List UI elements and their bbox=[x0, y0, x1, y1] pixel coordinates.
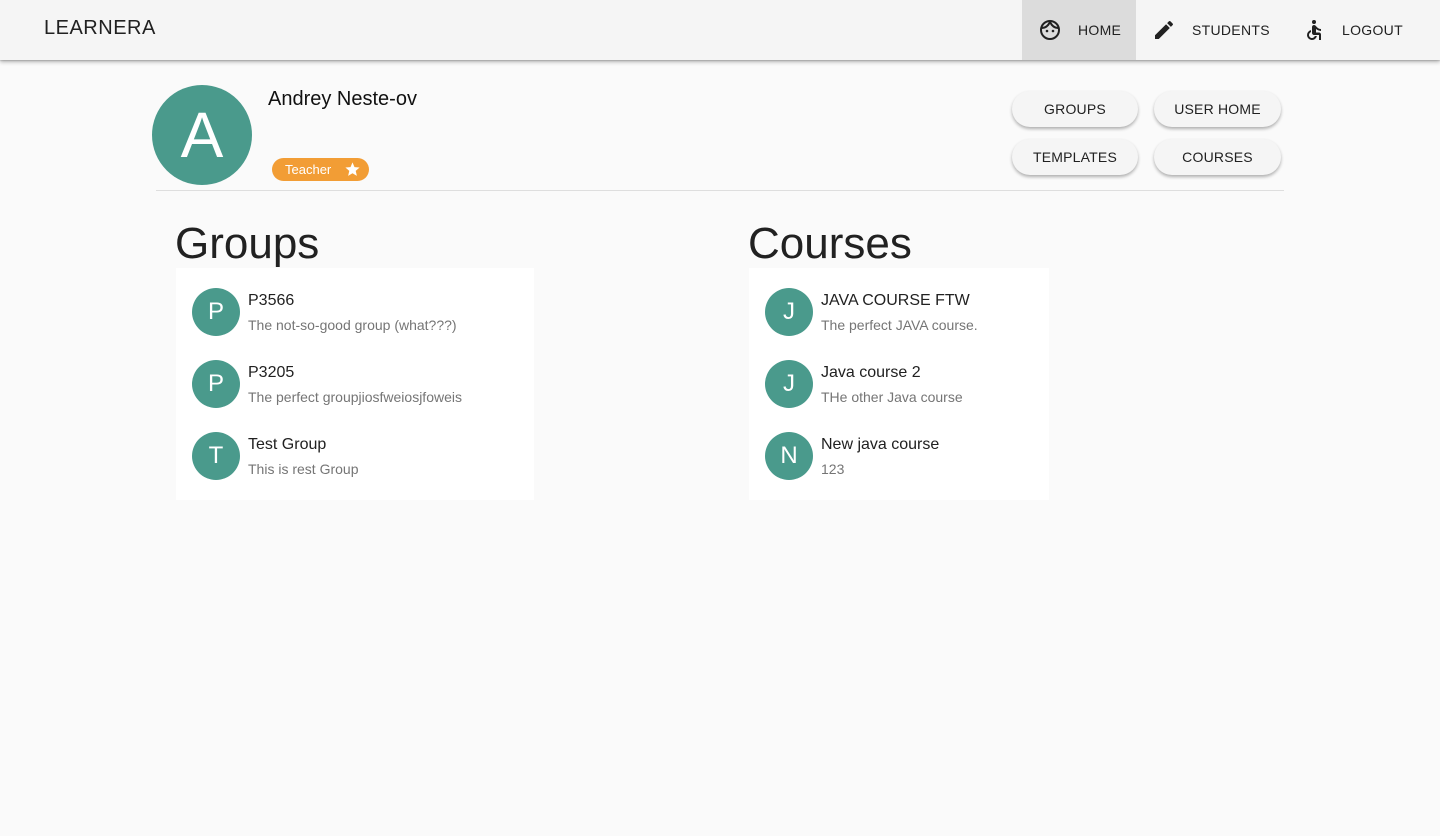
group-name: P3566 bbox=[248, 292, 295, 309]
course-list-item[interactable]: N New java course 123 bbox=[749, 432, 1049, 504]
course-list-item[interactable]: J Java course 2 THe other Java course bbox=[749, 360, 1049, 432]
course-name: New java course bbox=[821, 436, 940, 453]
star-icon bbox=[344, 161, 361, 178]
course-description: THe other Java course bbox=[821, 389, 963, 405]
role-chip-label: Teacher bbox=[285, 162, 332, 177]
group-list-item[interactable]: P P3205 The perfect groupjiosfweiosjfowe… bbox=[176, 360, 534, 432]
group-list-item[interactable]: T Test Group This is rest Group bbox=[176, 432, 534, 504]
groups-list: P P3566 The not-so-good group (what???) … bbox=[176, 268, 534, 500]
groups-heading: Groups bbox=[175, 219, 320, 268]
courses-list: J JAVA COURSE FTW The perfect JAVA cours… bbox=[749, 268, 1049, 500]
course-name: JAVA COURSE FTW bbox=[821, 292, 970, 309]
course-avatar: J bbox=[765, 288, 813, 336]
user-home-button[interactable]: USER HOME bbox=[1154, 91, 1281, 127]
profile-name: Andrey Neste-ov bbox=[268, 88, 417, 110]
nav-home[interactable]: HOME bbox=[1022, 0, 1136, 60]
brand-logo[interactable]: LEARNERA bbox=[44, 17, 156, 40]
profile-avatar: A bbox=[152, 85, 252, 185]
header-divider bbox=[156, 190, 1284, 191]
course-description: The perfect JAVA course. bbox=[821, 317, 978, 333]
accessible-icon bbox=[1302, 18, 1326, 42]
templates-button[interactable]: TEMPLATES bbox=[1012, 139, 1138, 175]
courses-button[interactable]: COURSES bbox=[1154, 139, 1281, 175]
group-name: Test Group bbox=[248, 436, 327, 453]
group-avatar: T bbox=[192, 432, 240, 480]
course-avatar: N bbox=[765, 432, 813, 480]
course-name: Java course 2 bbox=[821, 364, 921, 381]
pencil-icon bbox=[1152, 18, 1176, 42]
group-description: The not-so-good group (what???) bbox=[248, 317, 457, 333]
group-name: P3205 bbox=[248, 364, 295, 381]
course-list-item[interactable]: J JAVA COURSE FTW The perfect JAVA cours… bbox=[749, 288, 1049, 360]
nav-students-label: STUDENTS bbox=[1192, 22, 1270, 38]
group-description: This is rest Group bbox=[248, 461, 359, 477]
top-app-bar: LEARNERA HOME STUDENTS LOGOUT bbox=[0, 0, 1440, 60]
nav-logout[interactable]: LOGOUT bbox=[1284, 0, 1440, 60]
group-avatar: P bbox=[192, 360, 240, 408]
nav-students[interactable]: STUDENTS bbox=[1136, 0, 1284, 60]
groups-button[interactable]: GROUPS bbox=[1012, 91, 1138, 127]
group-avatar: P bbox=[192, 288, 240, 336]
nav-logout-label: LOGOUT bbox=[1342, 22, 1403, 38]
group-description: The perfect groupjiosfweiosjfoweis bbox=[248, 389, 462, 405]
main-nav: HOME STUDENTS LOGOUT bbox=[1022, 0, 1440, 60]
course-description: 123 bbox=[821, 461, 845, 477]
nav-home-label: HOME bbox=[1078, 22, 1122, 38]
group-list-item[interactable]: P P3566 The not-so-good group (what???) bbox=[176, 288, 534, 360]
course-avatar: J bbox=[765, 360, 813, 408]
face-icon bbox=[1038, 18, 1062, 42]
role-chip: Teacher bbox=[272, 158, 369, 181]
courses-heading: Courses bbox=[748, 219, 912, 268]
